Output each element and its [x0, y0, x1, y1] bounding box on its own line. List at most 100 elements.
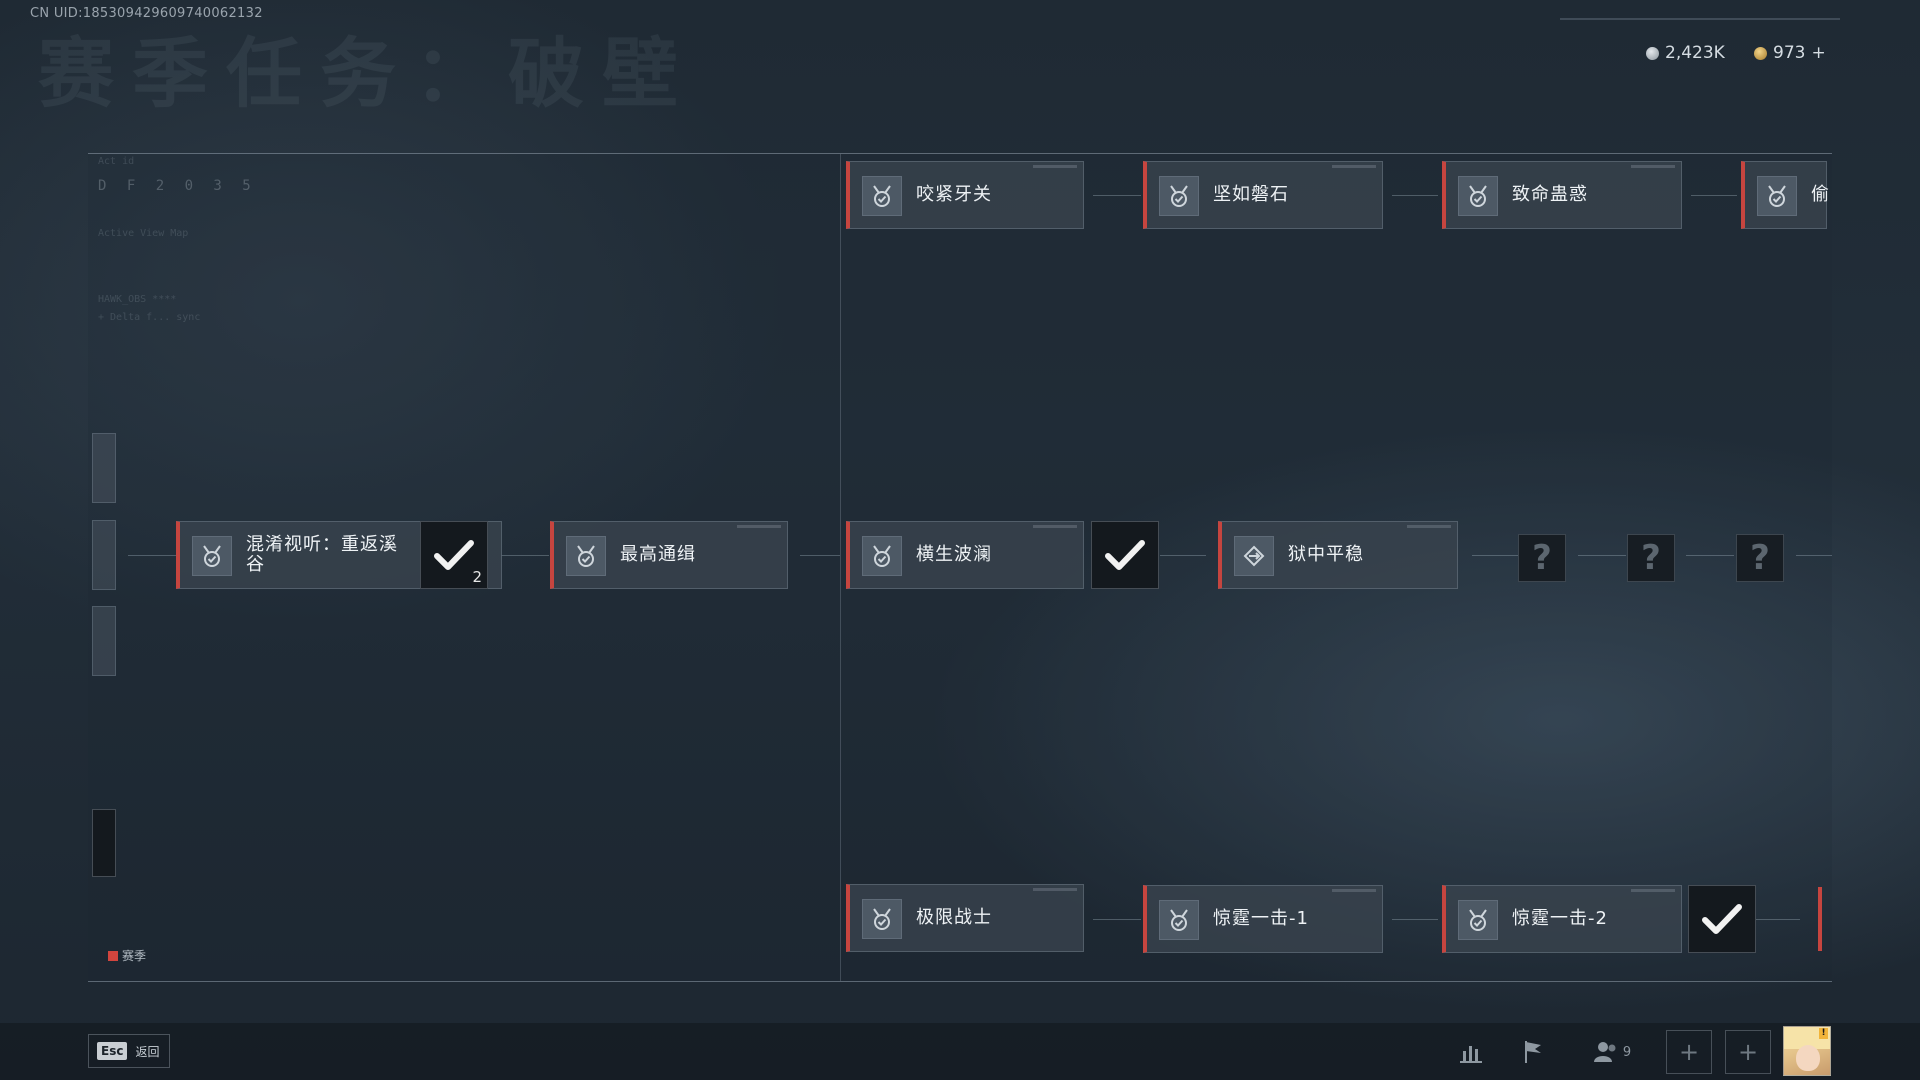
page-title-watermark: 赛季任务：破壁: [38, 29, 696, 118]
currency-gold[interactable]: 973 +: [1754, 40, 1826, 66]
connector: [128, 555, 176, 556]
friends-count: 9: [1622, 1044, 1632, 1060]
legend: 赛季: [108, 947, 146, 964]
mission-card[interactable]: 狱中平稳: [1218, 521, 1458, 589]
card-tag: [1332, 889, 1376, 892]
reward-count: 2: [472, 568, 482, 586]
mission-card[interactable]: 最高通缉: [550, 521, 788, 589]
gold-amount: 973: [1773, 43, 1806, 63]
notification-badge: !: [1819, 1028, 1828, 1039]
connector: [1472, 555, 1518, 556]
stats-icon[interactable]: [1456, 1036, 1486, 1068]
connector: [800, 555, 840, 556]
card-tag: [1631, 889, 1675, 892]
mission-title: 坚如磐石: [1213, 184, 1289, 205]
card-tag: [1033, 165, 1077, 168]
hud-text: Act id: [98, 156, 135, 167]
offscreen-card[interactable]: [92, 606, 116, 676]
check-icon: [1702, 904, 1742, 934]
add-slot-button[interactable]: +: [1666, 1030, 1712, 1074]
hud-text: + Delta f... sync: [98, 312, 201, 323]
friends-button[interactable]: 9: [1590, 1036, 1634, 1068]
back-label: 返回: [135, 1044, 160, 1059]
mission-title: 惊霆一击-2: [1512, 908, 1608, 929]
mission-card[interactable]: 惊霆一击-2: [1442, 885, 1682, 953]
plus-icon: +: [1737, 1038, 1759, 1066]
mission-title: 致命蛊惑: [1512, 184, 1588, 205]
mission-card[interactable]: 致命蛊惑: [1442, 161, 1682, 229]
mission-title: 极限战士: [916, 907, 992, 928]
friends-icon: [1593, 1042, 1616, 1062]
avatar[interactable]: !: [1783, 1026, 1831, 1076]
mission-title: 偷: [1811, 184, 1830, 205]
mission-card[interactable]: 横生波澜: [846, 521, 1084, 589]
card-tag: [1033, 525, 1077, 528]
connector: [1160, 555, 1206, 556]
silver-coin-icon: [1646, 46, 1659, 60]
reward-claimed[interactable]: [1688, 885, 1756, 953]
mission-card[interactable]: 偷: [1741, 161, 1830, 229]
offscreen-card[interactable]: [92, 520, 116, 590]
medal-icon: [1757, 176, 1797, 216]
back-button[interactable]: Esc 返回: [88, 1034, 170, 1068]
add-slot-button[interactable]: +: [1725, 1030, 1771, 1074]
medal-icon: [1458, 900, 1498, 940]
card-tag: [1033, 888, 1077, 891]
connector: [1756, 919, 1800, 920]
mission-title: 惊霆一击-1: [1213, 908, 1309, 929]
esc-key: Esc: [97, 1042, 128, 1060]
add-currency-icon[interactable]: +: [1811, 43, 1825, 63]
legend-label: 赛季: [122, 949, 147, 963]
medal-icon: [862, 899, 902, 939]
reward-claimed[interactable]: 2: [420, 521, 488, 589]
medal-icon: [862, 176, 902, 216]
connector: [1093, 919, 1141, 920]
locked-node[interactable]: ?: [1627, 534, 1675, 582]
mission-title: 混淆视听：重返溪谷: [246, 534, 398, 575]
mission-board: D F 2 0 3 5 Act id Active View Map HAWK_…: [88, 153, 1832, 982]
locked-node[interactable]: ?: [1518, 534, 1566, 582]
medal-icon: [192, 536, 232, 576]
header-divider: [1560, 18, 1840, 20]
medal-icon: [1458, 176, 1498, 216]
check-icon: [1105, 540, 1145, 570]
plus-icon: +: [1678, 1038, 1700, 1066]
mission-title: 最高通缉: [620, 544, 696, 565]
connector: [1093, 195, 1141, 196]
offscreen-card[interactable]: [92, 433, 116, 503]
mission-title: 咬紧牙关: [916, 184, 992, 205]
connector: [1392, 195, 1438, 196]
reward-claimed[interactable]: [1091, 521, 1159, 589]
connector: [1796, 555, 1832, 556]
df-label: D F 2 0 3 5: [98, 178, 257, 194]
mission-title: 横生波澜: [916, 544, 992, 565]
branch-divider: [840, 154, 841, 981]
mission-card[interactable]: 坚如磐石: [1143, 161, 1383, 229]
locked-node[interactable]: ?: [1736, 534, 1784, 582]
currency-silver: 2,423K: [1646, 40, 1725, 66]
legend-swatch: [108, 950, 118, 961]
medal-icon: [566, 536, 606, 576]
connector: [1686, 555, 1734, 556]
silver-amount: 2,423K: [1665, 43, 1725, 63]
medal-icon: [1159, 900, 1199, 940]
flag-icon[interactable]: [1518, 1036, 1548, 1068]
medal-icon: [862, 536, 902, 576]
mission-card[interactable]: 咬紧牙关: [846, 161, 1084, 229]
mission-card[interactable]: 极限战士: [846, 884, 1084, 952]
offscreen-card-edge: [1818, 887, 1822, 951]
check-icon: [434, 540, 474, 570]
gold-coin-icon: [1754, 46, 1767, 60]
mission-card[interactable]: 惊霆一击-1: [1143, 885, 1383, 953]
mission-title: 狱中平稳: [1288, 544, 1364, 565]
connector: [501, 555, 549, 556]
hud-text: Active View Map: [98, 228, 189, 239]
medal-icon: [1159, 176, 1199, 216]
hud-text: HAWK_OBS ****: [98, 294, 177, 305]
card-tag: [1631, 165, 1675, 168]
card-tag: [1407, 525, 1451, 528]
offscreen-reward[interactable]: [92, 809, 116, 877]
connector: [1691, 195, 1737, 196]
card-tag: [737, 525, 781, 528]
card-tag: [1332, 165, 1376, 168]
